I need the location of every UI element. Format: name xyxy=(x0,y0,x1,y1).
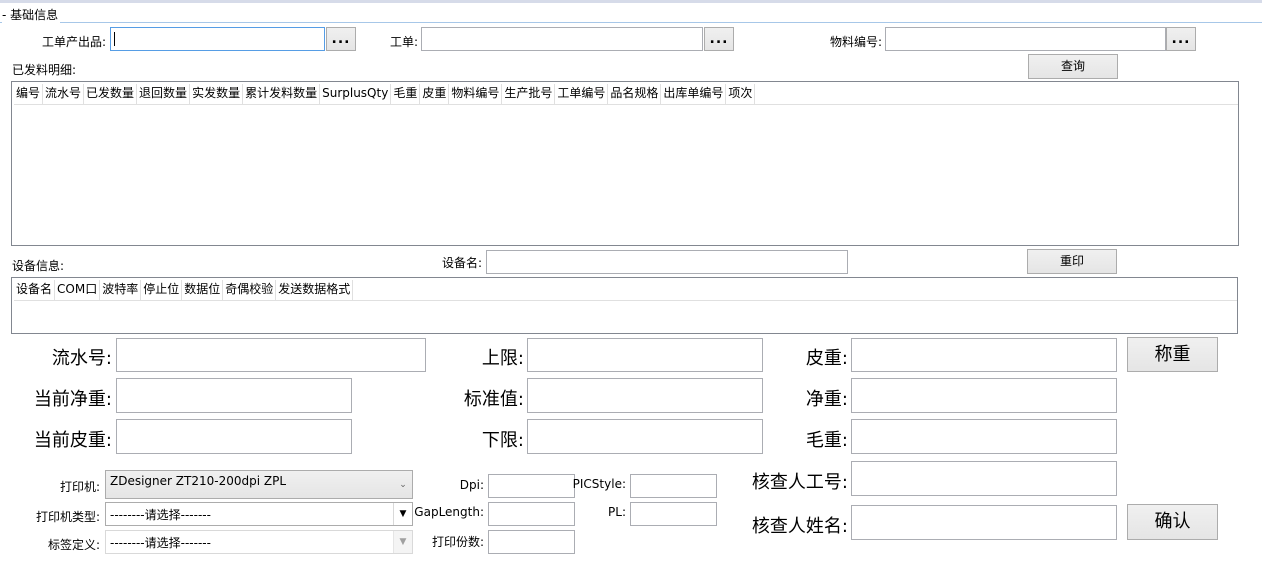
section-title-basic-info: - 基础信息 xyxy=(2,6,61,23)
checker-name-input[interactable] xyxy=(851,505,1117,540)
lower-limit-label: 下限: xyxy=(481,430,524,451)
device-info-label: 设备信息: xyxy=(12,259,65,273)
device-grid-column-header[interactable]: 设备名 xyxy=(14,280,56,300)
device-grid-header: 设备名 COM口 波特率 停止位 数据位 奇偶校验 发送数据格式 xyxy=(14,280,1237,301)
standard-value-label: 标准值: xyxy=(463,389,524,410)
gross-label: 毛重: xyxy=(805,430,848,451)
device-name-input[interactable] xyxy=(486,250,848,274)
printer-type-label: 打印机类型: xyxy=(35,510,100,524)
issued-grid-column-header[interactable]: 物料编号 xyxy=(449,84,503,104)
device-name-label: 设备名: xyxy=(441,256,482,270)
device-grid[interactable]: 设备名 COM口 波特率 停止位 数据位 奇偶校验 发送数据格式 xyxy=(11,277,1238,334)
current-net-input[interactable] xyxy=(116,378,352,413)
issued-grid-column-header[interactable]: 项次 xyxy=(726,84,756,104)
issued-grid-header: 编号 流水号 已发数量 退回数量 实发数量 累计发料数量 SurplusQty 毛重 皮重 物料编… xyxy=(14,84,1238,105)
material-input[interactable] xyxy=(885,27,1166,51)
standard-value-input[interactable] xyxy=(527,378,763,413)
issued-grid-column-header[interactable]: 品名规格 xyxy=(608,84,662,104)
device-grid-column-header[interactable]: 波特率 xyxy=(100,280,142,300)
printer-label: 打印机: xyxy=(59,480,100,494)
dpi-input[interactable] xyxy=(488,474,575,498)
current-tare-label: 当前皮重: xyxy=(33,430,112,451)
picstyle-label: PICStyle: xyxy=(572,477,626,491)
dropdown-arrow-icon: ▼ xyxy=(393,531,412,553)
issued-detail-grid[interactable]: 编号 流水号 已发数量 退回数量 实发数量 累计发料数量 SurplusQty 毛重 皮重 物料编… xyxy=(11,81,1239,246)
printer-type-select[interactable]: --------请选择------- ▼ xyxy=(105,502,413,526)
device-grid-column-header[interactable]: 停止位 xyxy=(141,280,183,300)
device-grid-column-header[interactable]: 发送数据格式 xyxy=(276,280,354,300)
workorder-input[interactable] xyxy=(421,27,703,51)
printer-select[interactable]: ZDesigner ZT210-200dpi ZPL ⌄ xyxy=(105,470,413,499)
product-label: 工单产出品: xyxy=(41,35,106,49)
print-copies-input[interactable] xyxy=(488,530,575,554)
product-browse-button[interactable]: ... xyxy=(326,27,356,51)
lower-limit-input[interactable] xyxy=(527,419,763,454)
checker-id-label: 核查人工号: xyxy=(751,472,848,493)
tare-input[interactable] xyxy=(851,338,1117,372)
gross-input[interactable] xyxy=(851,419,1117,454)
issued-grid-column-header[interactable]: 退回数量 xyxy=(137,84,191,104)
device-grid-column-header[interactable]: COM口 xyxy=(55,280,101,300)
window-top-border xyxy=(0,0,1262,3)
print-copies-label: 打印份数: xyxy=(431,535,484,549)
weigh-button[interactable]: 称重 xyxy=(1127,337,1218,372)
issued-grid-column-header[interactable]: 流水号 xyxy=(43,84,85,104)
material-label: 物料编号: xyxy=(829,35,882,49)
label-definition-label: 标签定义: xyxy=(47,538,100,552)
net-input[interactable] xyxy=(851,378,1117,413)
issued-grid-column-header[interactable]: 出库单编号 xyxy=(661,84,727,104)
upper-limit-input[interactable] xyxy=(527,338,763,372)
label-definition-selected-value: --------请选择------- xyxy=(110,536,211,550)
printer-type-selected-value: --------请选择------- xyxy=(110,508,211,522)
tare-label: 皮重: xyxy=(805,348,848,369)
pl-label: PL: xyxy=(608,505,626,519)
issued-grid-column-header[interactable]: 生产批号 xyxy=(502,84,556,104)
reprint-button[interactable]: 重印 xyxy=(1027,249,1117,274)
workorder-browse-button[interactable]: ... xyxy=(704,27,734,51)
issued-grid-column-header[interactable]: 编号 xyxy=(14,84,44,104)
text-caret xyxy=(114,32,115,46)
workorder-label: 工单: xyxy=(389,35,418,49)
issued-grid-column-header[interactable]: 实发数量 xyxy=(190,84,244,104)
chevron-down-icon: ⌄ xyxy=(399,480,407,490)
printer-selected-value: ZDesigner ZT210-200dpi ZPL xyxy=(110,474,286,488)
serial-input[interactable] xyxy=(116,338,426,372)
material-browse-button[interactable]: ... xyxy=(1166,27,1196,51)
issued-grid-column-header[interactable]: 已发数量 xyxy=(84,84,138,104)
gaplength-label: GapLength: xyxy=(414,505,484,519)
checker-id-input[interactable] xyxy=(851,461,1117,496)
issued-grid-column-header[interactable]: SurplusQty xyxy=(320,84,392,104)
issued-grid-column-header[interactable]: 累计发料数量 xyxy=(243,84,321,104)
confirm-button[interactable]: 确认 xyxy=(1127,504,1218,540)
label-definition-select[interactable]: --------请选择------- ▼ xyxy=(105,530,413,554)
device-grid-column-header[interactable]: 数据位 xyxy=(182,280,224,300)
gaplength-input[interactable] xyxy=(488,502,575,526)
product-input[interactable] xyxy=(110,27,325,51)
query-button[interactable]: 查询 xyxy=(1028,54,1118,79)
net-label: 净重: xyxy=(805,389,848,410)
upper-limit-label: 上限: xyxy=(481,348,524,369)
issued-detail-label: 已发料明细: xyxy=(12,63,77,77)
serial-label: 流水号: xyxy=(51,348,112,369)
current-tare-input[interactable] xyxy=(116,419,352,454)
picstyle-input[interactable] xyxy=(630,474,717,498)
issued-grid-column-header[interactable]: 皮重 xyxy=(420,84,450,104)
current-net-label: 当前净重: xyxy=(33,389,112,410)
issued-grid-column-header[interactable]: 毛重 xyxy=(391,84,421,104)
dpi-label: Dpi: xyxy=(459,478,484,492)
device-grid-column-header[interactable]: 奇偶校验 xyxy=(223,280,277,300)
checker-name-label: 核查人姓名: xyxy=(751,516,848,537)
pl-input[interactable] xyxy=(630,502,717,526)
issued-grid-column-header[interactable]: 工单编号 xyxy=(555,84,609,104)
group-separator xyxy=(0,22,1262,23)
